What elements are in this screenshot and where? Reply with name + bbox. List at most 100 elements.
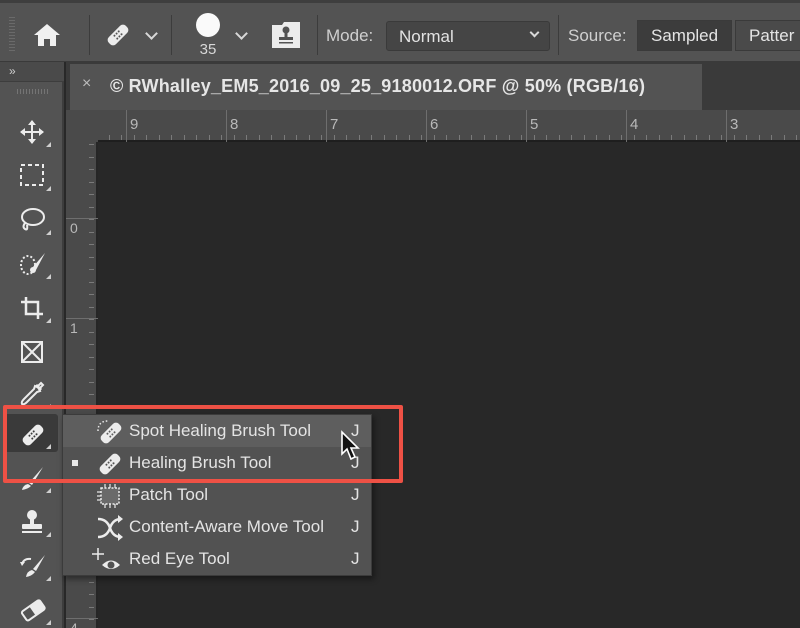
ruler-minor-tick [321, 135, 322, 140]
ruler-minor-tick [733, 135, 735, 140]
clone-source-icon [272, 22, 300, 48]
more-tools-indicator [46, 488, 51, 493]
ruler-minor-tick [89, 206, 94, 208]
move-tool[interactable] [4, 112, 58, 150]
more-tools-indicator [46, 230, 51, 235]
menu-item-label: Patch Tool [129, 485, 209, 504]
source-sampled-button[interactable]: Sampled [637, 20, 733, 51]
menu-item-content-aware-move-tool[interactable]: Content-Aware Move Tool J [63, 511, 371, 543]
brush-picker-chevron-icon[interactable] [235, 27, 248, 40]
ruler-minor-tick [89, 219, 94, 220]
healing-brush-icon [107, 24, 129, 46]
ruler-minor-tick [558, 135, 560, 140]
ruler-minor-tick [483, 135, 485, 140]
ruler-minor-tick [546, 135, 547, 140]
eraser-icon [20, 599, 46, 622]
rectangular-marquee-tool[interactable] [4, 156, 58, 194]
separator [89, 15, 90, 55]
document-tab[interactable]: × © RWhalley_EM5_2016_09_25_9180012.ORF … [70, 64, 702, 110]
brush-preview-icon[interactable] [196, 13, 220, 37]
ruler-minor-tick [358, 135, 360, 140]
ruler-minor-tick [89, 306, 94, 308]
ruler-minor-tick [89, 331, 94, 333]
separator [317, 15, 318, 55]
ruler-label: 1 [70, 320, 78, 336]
ruler-minor-tick [196, 135, 197, 140]
ruler-minor-tick [296, 135, 297, 140]
more-tools-indicator [46, 620, 51, 625]
close-tab-icon[interactable]: × [82, 75, 91, 93]
ruler-label: 0 [70, 220, 78, 236]
ruler-origin[interactable] [66, 110, 98, 142]
ruler-minor-tick [521, 135, 522, 140]
ruler-minor-tick [89, 244, 94, 245]
tool-preset-chevron-icon[interactable] [145, 27, 158, 40]
ruler-major-tick [226, 110, 227, 142]
ruler-minor-tick [89, 344, 94, 345]
separator [171, 15, 172, 55]
ruler-minor-tick [758, 135, 760, 140]
ruler-minor-tick [271, 135, 272, 140]
ruler-minor-tick [633, 135, 635, 140]
ruler-label: 7 [330, 116, 339, 133]
eyedropper-icon [20, 381, 45, 406]
ruler-minor-tick [346, 135, 347, 140]
ruler-minor-tick [571, 135, 572, 140]
options-bar: 35 Mode: Normal Source: Sampled Patter [0, 0, 800, 62]
source-pattern-button[interactable]: Patter [735, 20, 800, 51]
ruler-minor-tick [508, 135, 510, 140]
more-tools-indicator [46, 142, 51, 147]
home-button[interactable] [33, 23, 61, 52]
tools-panel-header[interactable]: » [0, 62, 64, 82]
menu-item-shortcut: J [351, 517, 360, 536]
tools-panel-grip[interactable] [17, 89, 49, 94]
clone-source-button[interactable] [271, 21, 301, 54]
ruler-minor-tick [396, 135, 397, 140]
document-title: © RWhalley_EM5_2016_09_25_9180012.ORF @ … [110, 76, 646, 96]
marquee-icon [20, 164, 44, 186]
ruler-minor-tick [89, 369, 94, 370]
ruler-minor-tick [89, 194, 94, 195]
ruler-minor-tick [308, 135, 310, 140]
ruler-minor-tick [771, 135, 772, 140]
menu-item-patch-tool[interactable]: Patch Tool J [63, 479, 371, 511]
ruler-minor-tick [171, 135, 172, 140]
ruler-minor-tick [89, 156, 94, 158]
history-brush-tool[interactable] [4, 546, 58, 584]
frame-tool[interactable] [4, 332, 58, 370]
ruler-minor-tick [246, 135, 247, 140]
options-bar-grip[interactable] [9, 17, 15, 53]
lasso-tool[interactable] [4, 200, 58, 238]
menu-item-label: Content-Aware Move Tool [129, 517, 324, 536]
ruler-minor-tick [746, 135, 747, 140]
lasso-icon [21, 208, 45, 231]
crop-tool[interactable] [4, 288, 58, 326]
ruler-minor-tick [158, 135, 160, 140]
quick-selection-tool[interactable] [4, 244, 58, 282]
ruler-minor-tick [383, 135, 385, 140]
more-tools-indicator [46, 318, 51, 323]
eraser-tool[interactable] [4, 590, 58, 628]
ruler-minor-tick [108, 135, 110, 140]
tool-preset-picker[interactable] [104, 21, 132, 54]
ruler-minor-tick [89, 256, 94, 258]
horizontal-ruler[interactable]: 9 8 7 6 5 4 3 [66, 110, 800, 142]
ruler-minor-tick [89, 281, 94, 283]
mode-select[interactable]: Normal [386, 21, 550, 51]
ruler-minor-tick [458, 135, 460, 140]
content-aware-move-icon [97, 515, 123, 541]
ruler-minor-tick [89, 394, 94, 395]
clone-stamp-tool[interactable] [4, 502, 58, 540]
source-label: Source: [568, 26, 627, 45]
menu-item-shortcut: J [351, 549, 360, 568]
ruler-minor-tick [533, 135, 535, 140]
menu-item-red-eye-tool[interactable]: Red Eye Tool J [63, 543, 371, 575]
ruler-major-tick [726, 110, 727, 142]
ruler-minor-tick [89, 181, 94, 183]
collapse-panel-icon[interactable]: » [9, 64, 16, 78]
ruler-minor-tick [596, 135, 597, 140]
ruler-minor-tick [446, 135, 447, 140]
ruler-minor-tick [133, 135, 135, 140]
ruler-major-tick [326, 110, 327, 142]
ruler-major-tick [526, 110, 527, 142]
